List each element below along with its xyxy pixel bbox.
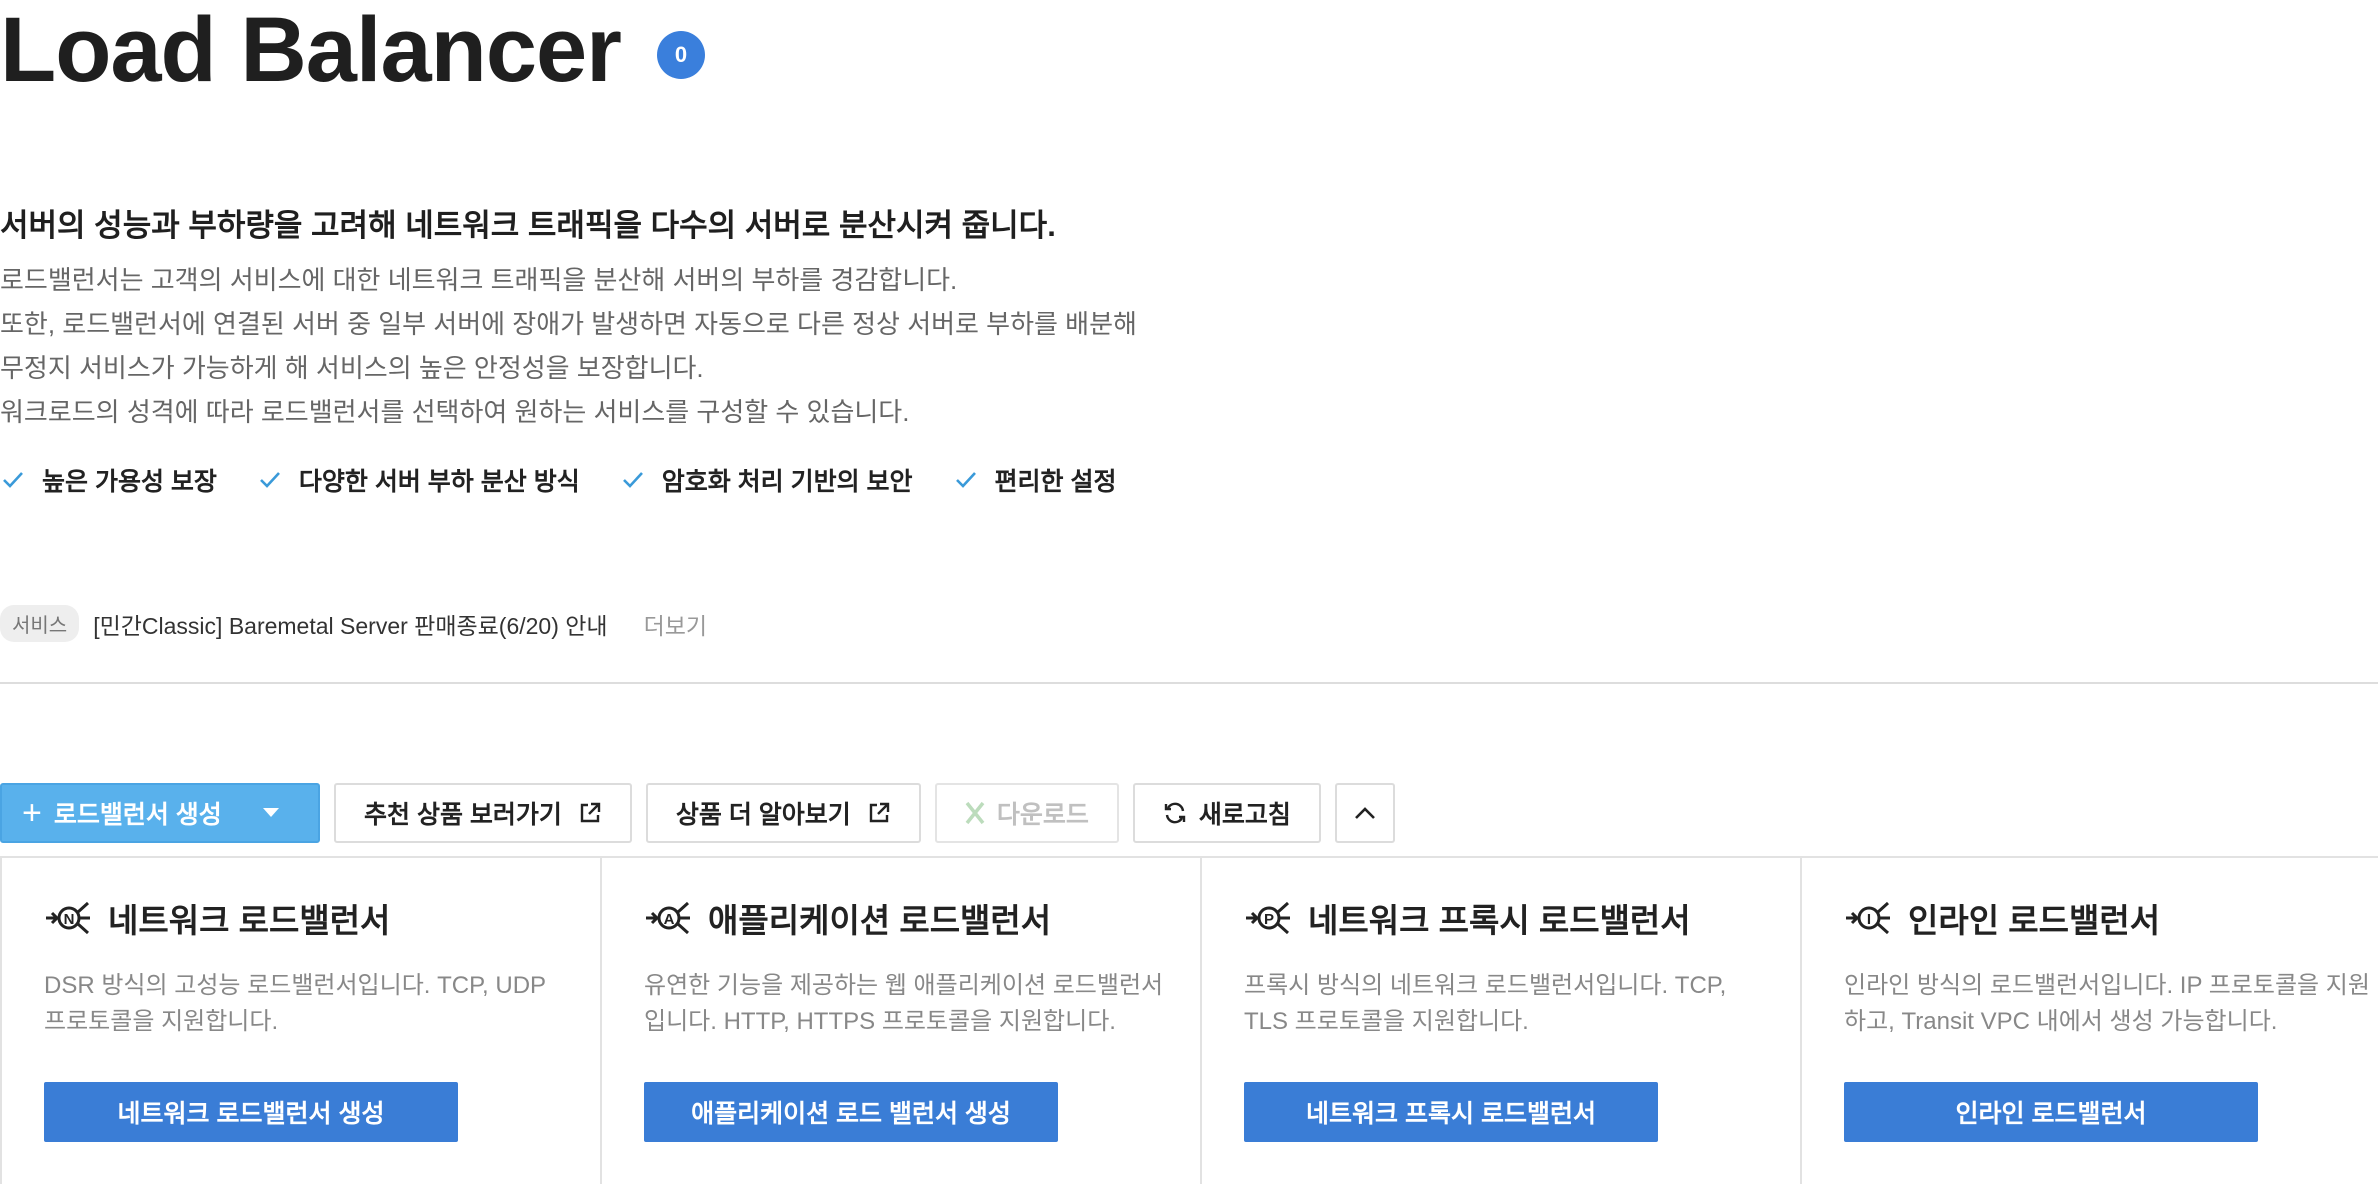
refresh-icon	[1163, 801, 1187, 825]
check-icon	[257, 467, 283, 493]
count-badge: 0	[656, 31, 705, 79]
card-description: 인라인 방식의 로드밸런서입니다. IP 프로토콜을 지원하고, Transit…	[1844, 972, 2370, 1035]
create-network-lb-button[interactable]: 네트워크 로드밸런서 생성	[44, 1082, 458, 1142]
intro-headline: 서버의 성능과 부하량을 고려해 네트워크 트래픽을 다수의 서버로 분산시켜 …	[0, 208, 1056, 243]
learn-more-label: 상품 더 알아보기	[675, 801, 851, 829]
check-icon	[953, 467, 979, 493]
refresh-button[interactable]: 새로고침	[1132, 783, 1321, 843]
divider	[0, 682, 2378, 684]
download-label: 다운로드	[996, 801, 1089, 829]
chevron-up-icon	[1353, 805, 1377, 821]
download-button[interactable]: 다운로드	[934, 783, 1119, 843]
create-label: 로드밸런서 생성	[53, 801, 222, 829]
product-card: I 인라인 로드밸런서 인라인 방식의 로드밸런서입니다. IP 프로토콜을 지…	[1800, 858, 2378, 1184]
check-icon	[0, 467, 26, 493]
svg-text:A: A	[664, 911, 675, 928]
card-description: 프록시 방식의 네트워크 로드밸런서입니다. TCP, TLS 프로토콜을 지원…	[1244, 972, 1727, 1035]
recommended-products-button[interactable]: 추천 상품 보러가기	[334, 783, 632, 843]
feature-label: 편리한 설정	[994, 468, 1117, 496]
notice-bar: 서비스 [민간Classic] Baremetal Server 판매종료(6/…	[0, 605, 707, 642]
notice-tag: 서비스	[0, 605, 80, 642]
svg-text:I: I	[1867, 911, 1871, 928]
plus-icon: +	[22, 794, 42, 832]
feature-label: 높은 가용성 보장	[42, 468, 217, 496]
toolbar: + 로드밸런서 생성 추천 상품 보러가기 상품 더 알아보기 다운로드 새로고…	[0, 782, 1409, 844]
card-description: DSR 방식의 고성능 로드밸런서입니다. TCP, UDP 프로토콜을 지원합…	[44, 972, 546, 1035]
create-load-balancer-button[interactable]: + 로드밸런서 생성	[0, 783, 320, 843]
title-row: Load Balancer 0	[0, 0, 705, 100]
feature-item: 다양한 서버 부하 분산 방식	[257, 462, 580, 498]
product-card: N 네트워크 로드밸런서 DSR 방식의 고성능 로드밸런서입니다. TCP, …	[0, 858, 600, 1184]
create-inline-lb-button[interactable]: 인라인 로드밸런서	[1844, 1082, 2258, 1142]
proxy-lb-icon: P	[1246, 901, 1290, 935]
recommended-label: 추천 상품 보러가기	[364, 801, 562, 829]
intro-description: 로드밸런서는 고객의 서비스에 대한 네트워크 트래픽을 분산해 서버의 부하를…	[0, 258, 1137, 434]
feature-label: 다양한 서버 부하 분산 방식	[298, 468, 580, 496]
page-title: Load Balancer	[0, 0, 622, 101]
check-icon	[620, 467, 646, 493]
refresh-label: 새로고침	[1198, 801, 1291, 829]
card-title: 네트워크 프록시 로드밸런서	[1308, 902, 1691, 939]
svg-text:P: P	[1264, 911, 1274, 928]
feature-item: 높은 가용성 보장	[0, 462, 217, 498]
external-link-icon	[867, 801, 891, 825]
notice-more-link[interactable]: 더보기	[644, 607, 707, 641]
product-card: P 네트워크 프록시 로드밸런서 프록시 방식의 네트워크 로드밸런서입니다. …	[1200, 858, 1800, 1184]
network-lb-icon: N	[46, 901, 90, 935]
excel-icon	[965, 801, 985, 825]
product-cards: N 네트워크 로드밸런서 DSR 방식의 고성능 로드밸런서입니다. TCP, …	[0, 856, 2378, 1184]
feature-label: 암호화 처리 기반의 보안	[661, 468, 913, 496]
notice-link[interactable]: [민간Classic] Baremetal Server 판매종료(6/20) …	[93, 607, 607, 641]
card-description: 유연한 기능을 제공하는 웹 애플리케이션 로드밸런서입니다. HTTP, HT…	[644, 972, 1164, 1035]
learn-more-button[interactable]: 상품 더 알아보기	[645, 783, 921, 843]
collapse-button[interactable]	[1334, 783, 1395, 843]
card-title: 네트워크 로드밸런서	[108, 902, 391, 939]
inline-lb-icon: I	[1846, 901, 1890, 935]
feature-item: 암호화 처리 기반의 보안	[620, 462, 913, 498]
feature-list: 높은 가용성 보장 다양한 서버 부하 분산 방식 암호화 처리 기반의 보안 …	[0, 462, 1157, 498]
chevron-down-icon[interactable]	[262, 807, 280, 819]
svg-text:N: N	[64, 911, 75, 928]
create-application-lb-button[interactable]: 애플리케이션 로드 밸런서 생성	[644, 1082, 1058, 1142]
card-title: 애플리케이션 로드밸런서	[708, 902, 1052, 939]
product-card: A 애플리케이션 로드밸런서 유연한 기능을 제공하는 웹 애플리케이션 로드밸…	[600, 858, 1200, 1184]
intro-line: 무정지 서비스가 가능하게 해 서비스의 높은 안정성을 보장합니다.	[0, 353, 704, 383]
create-proxy-lb-button[interactable]: 네트워크 프록시 로드밸런서	[1244, 1082, 1658, 1142]
intro-line: 워크로드의 성격에 따라 로드밸런서를 선택하여 원하는 서비스를 구성할 수 …	[0, 397, 910, 427]
application-lb-icon: A	[646, 901, 690, 935]
feature-item: 편리한 설정	[953, 462, 1117, 498]
intro-line: 또한, 로드밸런서에 연결된 서버 중 일부 서버에 장애가 발생하면 자동으로…	[0, 309, 1137, 339]
card-title: 인라인 로드밸런서	[1908, 902, 2161, 939]
intro-line: 로드밸런서는 고객의 서비스에 대한 네트워크 트래픽을 분산해 서버의 부하를…	[0, 265, 958, 295]
external-link-icon	[578, 801, 602, 825]
